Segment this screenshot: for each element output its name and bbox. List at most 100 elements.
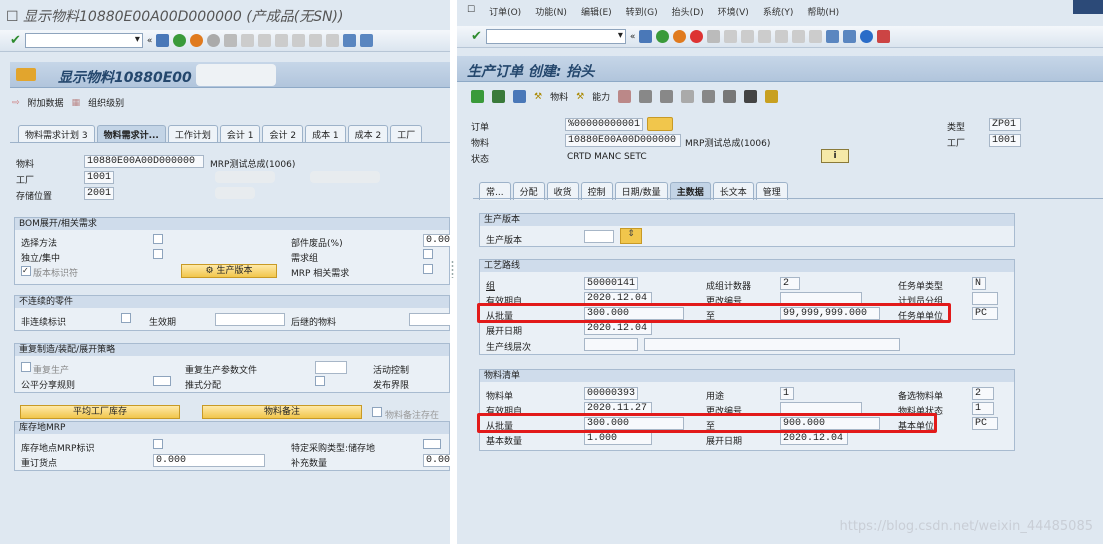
help-icon[interactable] (860, 30, 874, 43)
back-icon[interactable] (173, 34, 187, 47)
print-icon[interactable] (707, 30, 721, 43)
tab-work-scheduling[interactable]: 工作计划 (167, 125, 218, 143)
collapse-icon[interactable]: « (147, 36, 153, 46)
base-unit-field[interactable]: PC (972, 417, 998, 430)
type-field[interactable]: ZP01 (989, 118, 1021, 131)
tab-costing1[interactable]: 成本 1 (305, 125, 346, 143)
find-next-icon[interactable] (258, 34, 272, 47)
structure-icon[interactable] (765, 90, 779, 103)
capacity-button[interactable]: 能力 (592, 90, 610, 103)
storage-field[interactable]: 2001 (84, 187, 114, 200)
rep-profile-field[interactable] (315, 361, 347, 374)
line-hier-desc-field[interactable] (644, 338, 900, 351)
tab-costing2[interactable]: 成本 2 (347, 125, 389, 143)
additional-data-icon[interactable]: ⇨ (12, 98, 20, 108)
collapse-icon[interactable]: « (630, 32, 636, 42)
enter-icon[interactable]: ✔ (471, 29, 482, 44)
save-icon[interactable] (156, 34, 170, 47)
menu-environment[interactable]: 环境(V) (718, 5, 749, 18)
prt-icon[interactable] (639, 90, 653, 103)
sequences-icon[interactable] (618, 90, 632, 103)
next-page-icon[interactable] (792, 30, 806, 43)
prev-page-icon[interactable] (292, 34, 306, 47)
additional-data-button[interactable]: 附加数据 (28, 96, 64, 109)
avg-plant-stock-button[interactable]: 平均工厂库存 (20, 405, 180, 419)
disc-ind-field[interactable] (121, 313, 131, 323)
material-icon[interactable]: ⚒ (534, 92, 542, 102)
corner-button[interactable] (1073, 0, 1103, 14)
material-field[interactable]: 10880E00A00D000000 (565, 134, 681, 147)
org-levels-icon[interactable]: ▦ (72, 98, 81, 108)
eff-out-field[interactable] (215, 313, 285, 326)
plant-field[interactable]: 1001 (989, 134, 1021, 147)
exit-icon[interactable] (673, 30, 687, 43)
prod-version-select-icon[interactable]: ⇕ (620, 228, 642, 244)
version-indicator-checkbox[interactable]: ✓ (21, 266, 31, 276)
command-field[interactable] (485, 29, 626, 44)
print-icon[interactable] (224, 34, 238, 47)
mrp-dep-req-field[interactable] (423, 264, 433, 274)
back-icon[interactable] (656, 30, 670, 43)
push-dist-field[interactable] (315, 376, 325, 386)
material-memo-button[interactable]: 物料备注 (202, 405, 362, 419)
save-icon[interactable] (639, 30, 653, 43)
plant-field[interactable]: 1001 (84, 171, 114, 184)
select-method-field[interactable] (153, 234, 163, 244)
last-page-icon[interactable] (809, 30, 823, 43)
operations-icon[interactable] (492, 90, 505, 103)
menu-edit[interactable]: 编辑(E) (581, 5, 612, 18)
org-levels-button[interactable]: 组织级别 (88, 96, 124, 109)
last-page-icon[interactable] (326, 34, 340, 47)
material-memo-checkbox[interactable] (372, 407, 382, 417)
planner-grp-field[interactable] (972, 292, 998, 305)
find-icon[interactable] (724, 30, 738, 43)
splitter-handle[interactable] (450, 260, 455, 278)
edit-icon[interactable] (647, 117, 673, 131)
hierarchy-icon[interactable] (681, 90, 695, 103)
menu-goto[interactable]: 转到(G) (626, 5, 658, 18)
indiv-coll-field[interactable] (153, 249, 163, 259)
table-icon[interactable] (744, 90, 758, 103)
window-icon[interactable]: ☐ (467, 5, 475, 18)
prod-version-field[interactable] (584, 230, 614, 243)
capacity-icon[interactable]: ⚒ (576, 92, 584, 102)
layout-icon[interactable] (877, 30, 891, 43)
menu-order[interactable]: 订单(O) (489, 5, 521, 18)
group-label[interactable]: 组 (486, 279, 495, 292)
order-status-icon[interactable] (660, 90, 674, 103)
components-icon[interactable] (513, 90, 526, 103)
reorder-point-field[interactable]: 0.000 (153, 454, 265, 467)
bom-field[interactable]: 00000393 (584, 387, 638, 400)
req-group-field[interactable] (423, 249, 433, 259)
first-page-icon[interactable] (758, 30, 772, 43)
new-session-icon[interactable] (826, 30, 840, 43)
explode-date-field[interactable]: 2020.12.04 (584, 322, 652, 335)
info-icon[interactable]: i (821, 149, 849, 163)
material-button[interactable]: 物料 (550, 90, 568, 103)
bom-status-field[interactable]: 1 (972, 402, 994, 415)
order-field[interactable]: %00000000001 (565, 118, 643, 131)
alt-bom-field[interactable]: 2 (972, 387, 994, 400)
tab-accounting2[interactable]: 会计 2 (262, 125, 304, 143)
line-hier-field[interactable] (584, 338, 638, 351)
first-page-icon[interactable] (275, 34, 289, 47)
prev-page-icon[interactable] (775, 30, 789, 43)
component-scrap-field[interactable]: 0.00 (423, 234, 450, 247)
production-version-button[interactable]: ⚙ 生产版本 (181, 264, 277, 278)
enter-icon[interactable]: ✔ (10, 33, 21, 48)
base-qty-field[interactable]: 1.000 (584, 432, 652, 445)
shortcut-icon[interactable] (843, 30, 857, 43)
find-next-icon[interactable] (741, 30, 755, 43)
split-rule-field[interactable] (153, 376, 171, 386)
tab-plant[interactable]: 工厂 (390, 125, 423, 143)
find-icon[interactable] (241, 34, 255, 47)
counter-field[interactable]: 2 (780, 277, 800, 290)
spec-proc-field[interactable] (423, 439, 441, 449)
new-session-icon[interactable] (343, 34, 357, 47)
tab-mrp4[interactable]: 物料需求计... (96, 125, 166, 143)
next-page-icon[interactable] (309, 34, 323, 47)
usage-field[interactable]: 1 (780, 387, 794, 400)
unit-field[interactable]: PC (972, 307, 998, 320)
replen-qty-field[interactable]: 0.00 (423, 454, 450, 467)
sloc-mrp-field[interactable] (153, 439, 163, 449)
